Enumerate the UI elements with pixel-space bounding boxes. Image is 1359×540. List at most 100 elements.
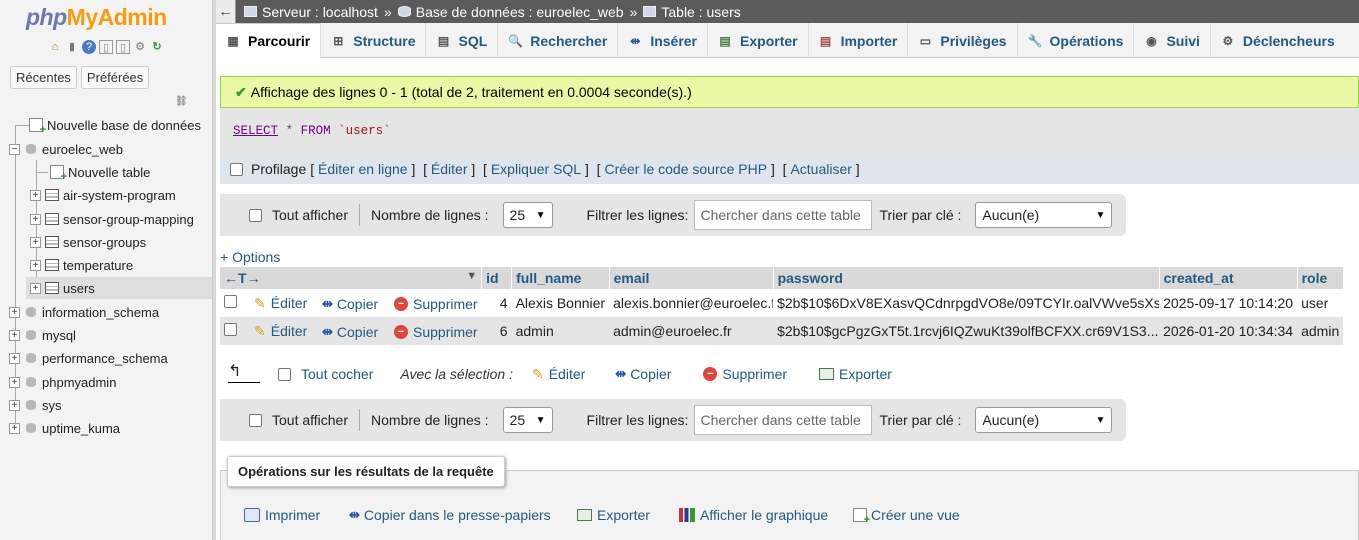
column-header-full-name[interactable]: full_name (511, 267, 610, 289)
docs-sql-icon[interactable]: ▯ (116, 40, 130, 54)
edit-link[interactable]: Éditer (431, 161, 468, 177)
collapse-icon[interactable]: − (9, 143, 20, 155)
tab-search[interactable]: 🔍 Rechercher (498, 23, 619, 58)
back-arrow-icon[interactable]: ← (216, 0, 236, 23)
tab-browse[interactable]: ▦ Parcourir (216, 23, 322, 58)
home-icon[interactable]: ⌂ (48, 40, 62, 54)
check-all-checkbox[interactable] (278, 367, 291, 381)
tree-db-information-schema[interactable]: + information_schema (9, 301, 159, 323)
breadcrumb-database[interactable]: Base de données : euroelec_web (397, 4, 624, 20)
docs-icon[interactable]: ▯ (99, 40, 113, 54)
row-edit-button[interactable]: ✎ Éditer (254, 295, 307, 312)
bulk-copy-button[interactable]: ⇹ Copier (615, 366, 671, 382)
cell-password[interactable]: $2b$10$gcPgzGxT5t.1rcvj6IQZwuKt39olfBCFX… (773, 317, 1160, 345)
dropdown-triangle-icon[interactable]: ▼ (466, 270, 477, 282)
column-sort-icon[interactable]: T (238, 270, 247, 286)
column-header-role[interactable]: role (1297, 267, 1344, 289)
row-copy-button[interactable]: ⇹ Copier (322, 296, 378, 312)
tree-table-sensor-group-mapping[interactable]: + sensor-group-mapping (30, 208, 194, 230)
row-copy-button[interactable]: ⇹ Copier (322, 324, 378, 340)
help-icon[interactable]: ? (82, 40, 96, 54)
rows-select[interactable]: 25 ▼ (502, 202, 553, 228)
cell-role[interactable]: admin (1297, 317, 1344, 345)
cell-password[interactable]: $2b$10$6DxV8EXasvQCdnrpgdVO8e/09TCYIr.oa… (773, 289, 1160, 317)
tree-table-air-system-program[interactable]: + air-system-program (30, 184, 176, 206)
expand-icon[interactable]: + (9, 329, 20, 341)
row-checkbox[interactable] (224, 295, 237, 308)
show-all-checkbox[interactable] (249, 208, 262, 222)
cell-email[interactable]: alexis.bonnier@euroelec.fr (609, 289, 774, 317)
show-chart-button[interactable]: Afficher le graphique (679, 507, 828, 523)
print-button[interactable]: Imprimer (244, 507, 320, 523)
exit-icon[interactable]: ▮ (65, 40, 79, 54)
expand-icon[interactable]: + (30, 236, 41, 248)
right-arrow-icon[interactable]: → (247, 270, 261, 286)
tree-table-temperature[interactable]: + temperature (30, 254, 133, 276)
cell-full-name[interactable]: Alexis Bonnier (511, 289, 610, 317)
expand-icon[interactable]: + (30, 282, 41, 294)
recent-tab[interactable]: Récentes (10, 66, 77, 89)
column-header-email[interactable]: email (609, 267, 774, 289)
bulk-edit-button[interactable]: ✎ Éditer (532, 366, 585, 383)
row-delete-button[interactable]: − Supprimer (394, 324, 478, 340)
row-edit-button[interactable]: ✎ Éditer (254, 323, 307, 340)
cell-email[interactable]: admin@euroelec.fr (609, 317, 774, 345)
cell-id[interactable]: 4 (481, 289, 512, 317)
reload-icon[interactable]: ↻ (150, 40, 164, 54)
expand-icon[interactable]: + (30, 213, 41, 225)
tab-tracking[interactable]: ◉ Suivi (1134, 23, 1211, 58)
nav-resize-handle[interactable] (213, 0, 216, 540)
tree-db-sys[interactable]: + sys (9, 394, 62, 416)
tab-structure[interactable]: ⊞ Structure (321, 23, 427, 58)
check-all-label[interactable]: Tout cocher (301, 366, 373, 382)
filter-input[interactable]: Chercher dans cette table (694, 200, 873, 230)
profiling-checkbox[interactable] (230, 162, 243, 176)
expand-icon[interactable]: + (9, 352, 20, 364)
gear-icon[interactable]: ⚙ (133, 40, 147, 54)
breadcrumb-table[interactable]: Table : users (643, 4, 741, 20)
filter-input[interactable]: Chercher dans cette table (694, 405, 873, 435)
options-link[interactable]: + Options (220, 249, 280, 265)
cell-role[interactable]: user (1297, 289, 1344, 317)
tab-operations[interactable]: 🔧 Opérations (1018, 23, 1135, 58)
cell-created-at[interactable]: 2025-09-17 10:14:20 (1159, 289, 1298, 317)
tree-db-performance-schema[interactable]: + performance_schema (9, 347, 168, 369)
bulk-delete-button[interactable]: − Supprimer (703, 366, 787, 382)
tab-insert[interactable]: ⇹ Insérer (618, 23, 709, 58)
bulk-export-button[interactable]: Exporter (819, 366, 892, 382)
tree-db-euroelec-web[interactable]: − euroelec_web (9, 138, 123, 160)
tab-export[interactable]: ▤ Exporter (708, 23, 809, 58)
copy-clipboard-button[interactable]: ⇹ Copier dans le presse-papiers (349, 507, 551, 523)
tab-import[interactable]: ▤ Importer (809, 23, 909, 58)
column-header-id[interactable]: id (481, 267, 513, 289)
tree-new-table[interactable]: Nouvelle table (50, 161, 150, 183)
export-button[interactable]: Exporter (577, 507, 650, 523)
sort-select[interactable]: Aucun(e) ▼ (975, 202, 1113, 228)
tree-db-uptime-kuma[interactable]: + uptime_kuma (9, 417, 120, 439)
cell-full-name[interactable]: admin (511, 317, 610, 345)
expand-icon[interactable]: + (9, 306, 20, 318)
sql-query[interactable]: SELECT * FROM `users` (233, 124, 391, 138)
refresh-link[interactable]: Actualiser (790, 161, 851, 177)
left-arrow-icon[interactable]: ← (224, 270, 238, 286)
row-checkbox[interactable] (224, 323, 237, 336)
favorites-tab[interactable]: Préférées (80, 66, 150, 89)
link-chain-icon[interactable]: ⛓ (175, 96, 188, 107)
tab-privileges[interactable]: ▭ Privilèges (908, 23, 1018, 58)
rows-select[interactable]: 25 ▼ (502, 407, 553, 433)
cell-created-at[interactable]: 2026-01-20 10:34:34 (1159, 317, 1298, 345)
phpmyadmin-logo[interactable]: phpMyAdmin (26, 4, 167, 31)
create-php-code-link[interactable]: Créer le code source PHP (604, 161, 767, 177)
row-delete-button[interactable]: − Supprimer (394, 296, 478, 312)
expand-icon[interactable]: + (9, 376, 20, 388)
column-header-created-at[interactable]: created_at (1159, 267, 1298, 289)
tree-db-phpmyadmin[interactable]: + phpmyadmin (9, 371, 116, 393)
expand-icon[interactable]: + (30, 189, 41, 201)
sort-select[interactable]: Aucun(e) ▼ (975, 407, 1113, 433)
tree-new-database[interactable]: Nouvelle base de données (29, 114, 201, 136)
show-all-checkbox[interactable] (249, 413, 262, 427)
tree-table-users[interactable]: + users (26, 277, 212, 299)
tab-sql[interactable]: ▤ SQL (426, 23, 499, 58)
expand-icon[interactable]: + (9, 422, 20, 434)
edit-inline-link[interactable]: Éditer en ligne (318, 161, 408, 177)
